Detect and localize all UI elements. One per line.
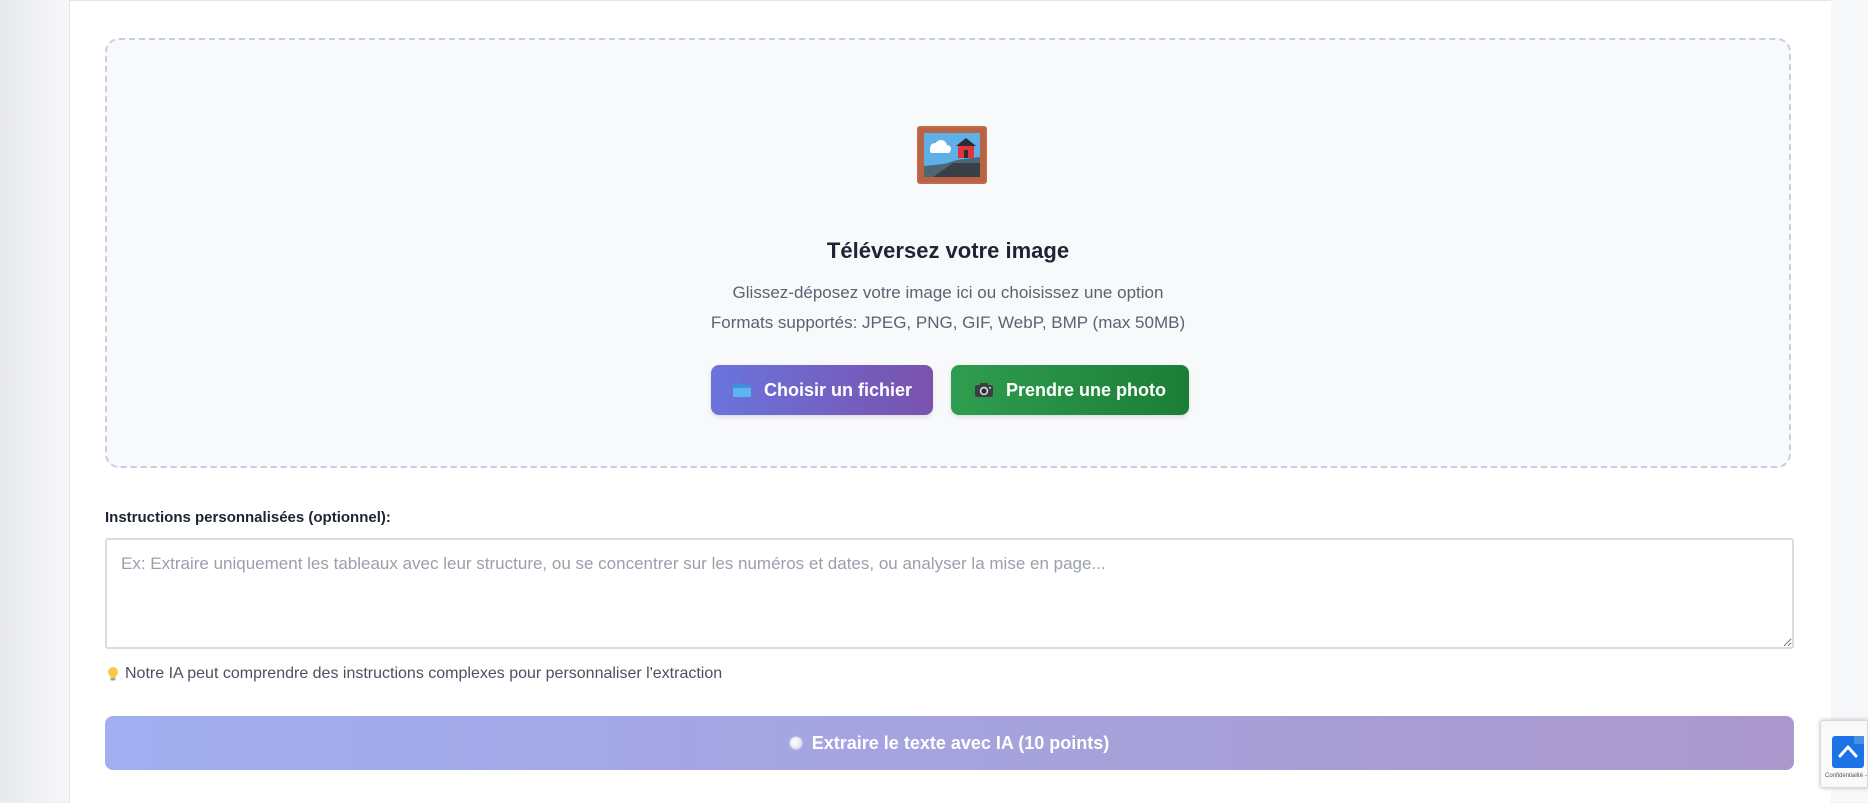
recaptcha-icon <box>1832 736 1864 768</box>
instructions-input[interactable] <box>105 538 1794 649</box>
lightbulb-icon <box>108 667 118 681</box>
take-photo-button[interactable]: Prendre une photo <box>951 365 1189 415</box>
recaptcha-badge[interactable]: Confidentialité - <box>1820 720 1868 788</box>
upload-formats: Formats supportés: JPEG, PNG, GIF, WebP,… <box>710 313 1186 332</box>
take-photo-label: Prendre une photo <box>1005 379 1166 400</box>
instructions-hint: Notre IA peut comprendre des instruction… <box>107 665 722 683</box>
framed-picture-icon <box>917 126 987 184</box>
extract-text-label: Extraire le texte avec IA (10 points) <box>811 732 1110 753</box>
upload-subtitle: Glissez-déposez votre image ici ou chois… <box>732 283 1164 302</box>
instructions-label: Instructions personnalisées (optionnel): <box>105 509 391 526</box>
recaptcha-privacy-text: Confidentialité - <box>1825 773 1867 779</box>
upload-dropzone[interactable]: Téléversez votre image Glissez-déposez v… <box>105 38 1791 468</box>
extract-text-button[interactable]: Extraire le texte avec IA (10 points) <box>105 716 1794 770</box>
page-left-margin <box>0 0 69 802</box>
hint-text: Notre IA peut comprendre des instruction… <box>125 665 723 682</box>
upload-title: Téléversez votre image <box>826 238 1070 263</box>
choose-file-label: Choisir un fichier <box>763 379 913 400</box>
page-right-margin <box>1831 0 1868 802</box>
loading-spinner-icon <box>789 737 802 749</box>
folder-icon <box>732 383 751 397</box>
camera-icon <box>974 383 993 397</box>
choose-file-button[interactable]: Choisir un fichier <box>711 365 933 415</box>
